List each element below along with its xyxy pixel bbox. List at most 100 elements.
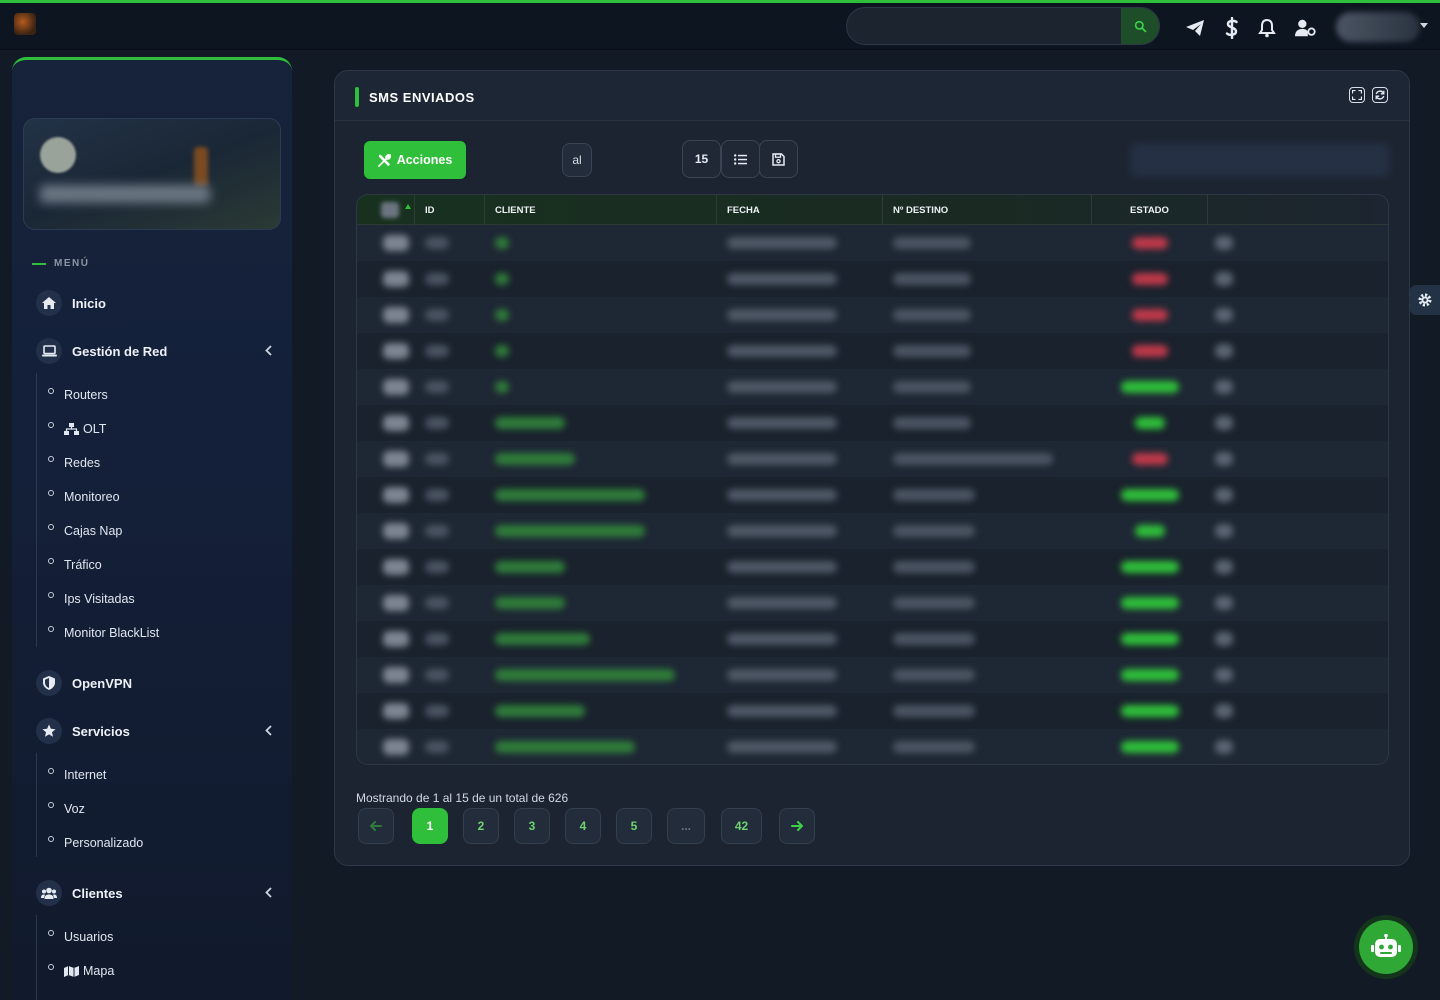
menu-section-label: MENÚ [32, 258, 89, 269]
sidebar-item-gestion-red[interactable]: Gestión de Red [36, 337, 272, 365]
sidebar-item-olt[interactable]: OLT [48, 419, 106, 439]
row-checkbox [383, 487, 409, 503]
table-row[interactable] [357, 621, 1388, 657]
status-badge [1121, 741, 1179, 753]
sidebar-item-label: Gestión de Red [72, 343, 168, 359]
page-size-select[interactable]: 15 [682, 140, 721, 178]
row-checkbox [383, 235, 409, 251]
table-row[interactable] [357, 657, 1388, 693]
sidebar-item-routers[interactable]: Routers [48, 385, 108, 405]
sidebar-item-ips-visitadas[interactable]: Ips Visitadas [48, 589, 135, 609]
table-row[interactable] [357, 261, 1388, 297]
top-bar [0, 3, 1440, 50]
table-row[interactable] [357, 441, 1388, 477]
pagination-page-42[interactable]: 42 [721, 808, 762, 844]
refresh-icon [1375, 90, 1385, 100]
search-bar[interactable] [846, 7, 1160, 45]
sidebar: MENÚ Inicio Gestión de Red Routers OLT R… [12, 57, 292, 1000]
app-logo[interactable] [14, 13, 36, 35]
table-row[interactable] [357, 405, 1388, 441]
cell-cliente [495, 525, 645, 537]
status-badge [1132, 345, 1168, 357]
table-row[interactable] [357, 369, 1388, 405]
status-badge [1132, 273, 1168, 285]
search-input[interactable] [861, 16, 1111, 36]
columns-button[interactable] [721, 140, 760, 178]
export-button[interactable] [759, 140, 798, 178]
table-row[interactable] [357, 729, 1388, 764]
sidebar-item-personalizado[interactable]: Personalizado [48, 833, 143, 853]
cell-id [425, 345, 449, 357]
dollar-icon[interactable] [1221, 17, 1243, 39]
cell-id [425, 273, 449, 285]
column-header-id[interactable]: ID [415, 195, 485, 225]
sidebar-item-usuarios[interactable]: Usuarios [48, 927, 113, 947]
sidebar-item-monitor-blacklist[interactable]: Monitor BlackList [48, 623, 159, 643]
table-row[interactable] [357, 693, 1388, 729]
pagination-page-4[interactable]: 4 [565, 808, 601, 844]
pagination-prev[interactable] [358, 808, 394, 844]
sidebar-item-label: Inicio [72, 295, 106, 311]
table-row[interactable] [357, 513, 1388, 549]
table-row[interactable] [357, 225, 1388, 261]
telegram-icon[interactable] [1184, 17, 1206, 39]
row-action-icon [1215, 704, 1233, 718]
sidebar-item-clientes[interactable]: Clientes [36, 879, 272, 907]
pagination-page-1[interactable]: 1 [412, 808, 448, 844]
checkbox-blurred[interactable] [381, 202, 399, 218]
sidebar-item-redes[interactable]: Redes [48, 453, 100, 473]
table-row[interactable] [357, 585, 1388, 621]
settings-toggle[interactable] [1410, 285, 1440, 315]
sidebar-item-label: Cajas Nap [64, 524, 123, 538]
date-sep-text: al [572, 153, 582, 167]
bell-icon[interactable] [1256, 17, 1278, 39]
sidebar-item-servicios[interactable]: Servicios [36, 717, 272, 745]
fullscreen-button[interactable] [1349, 87, 1365, 103]
table-row[interactable] [357, 297, 1388, 333]
bullet-icon [48, 490, 54, 496]
search-button[interactable] [1121, 8, 1159, 44]
pagination-next[interactable] [779, 808, 815, 844]
sidebar-item-openvpn[interactable]: OpenVPN [36, 669, 272, 697]
row-action-icon [1215, 632, 1233, 646]
table-row[interactable] [357, 477, 1388, 513]
sidebar-item-trafico[interactable]: Tráfico [48, 555, 102, 575]
column-header-label: ESTADO [1130, 204, 1169, 216]
table-search-input[interactable] [1130, 143, 1390, 177]
sidebar-item-inicio[interactable]: Inicio [36, 289, 272, 317]
sidebar-item-label: Routers [64, 388, 108, 402]
column-header-cliente[interactable]: CLIENTE [485, 195, 717, 225]
column-header-label: ID [425, 204, 435, 216]
acciones-button[interactable]: Acciones [364, 141, 466, 179]
pagination-page-5[interactable]: 5 [616, 808, 652, 844]
select-all-header[interactable] [357, 195, 415, 225]
sidebar-item-voz[interactable]: Voz [48, 799, 85, 819]
sidebar-item-label: Internet [64, 768, 107, 782]
page-number: 2 [477, 819, 485, 833]
cell-id [425, 741, 449, 753]
pagination-page-2[interactable]: 2 [463, 808, 499, 844]
user-cog-icon[interactable] [1295, 17, 1317, 39]
profile-card[interactable] [23, 118, 281, 230]
chevron-left-icon [265, 887, 272, 898]
pagination-page-3[interactable]: 3 [514, 808, 550, 844]
sidebar-item-monitoreo[interactable]: Monitoreo [48, 487, 120, 507]
row-checkbox [383, 595, 409, 611]
column-header-estado[interactable]: ESTADO [1092, 195, 1208, 225]
column-header-destino[interactable]: Nº DESTINO [883, 195, 1092, 225]
chatbot-button[interactable] [1354, 915, 1418, 979]
refresh-button[interactable] [1372, 87, 1388, 103]
sort-asc-icon [405, 203, 411, 209]
cell-fecha [727, 597, 837, 609]
user-avatar[interactable] [1336, 12, 1420, 42]
chevron-down-icon[interactable] [1420, 23, 1428, 28]
sidebar-item-mapa[interactable]: Mapa [48, 961, 114, 981]
table-row[interactable] [357, 333, 1388, 369]
row-checkbox [383, 307, 409, 323]
table-row[interactable] [357, 549, 1388, 585]
column-header-fecha[interactable]: FECHA [717, 195, 883, 225]
sidebar-item-cajas-nap[interactable]: Cajas Nap [48, 521, 122, 541]
robot-icon [1371, 934, 1401, 957]
users-icon [36, 880, 62, 906]
sidebar-item-internet[interactable]: Internet [48, 765, 106, 785]
